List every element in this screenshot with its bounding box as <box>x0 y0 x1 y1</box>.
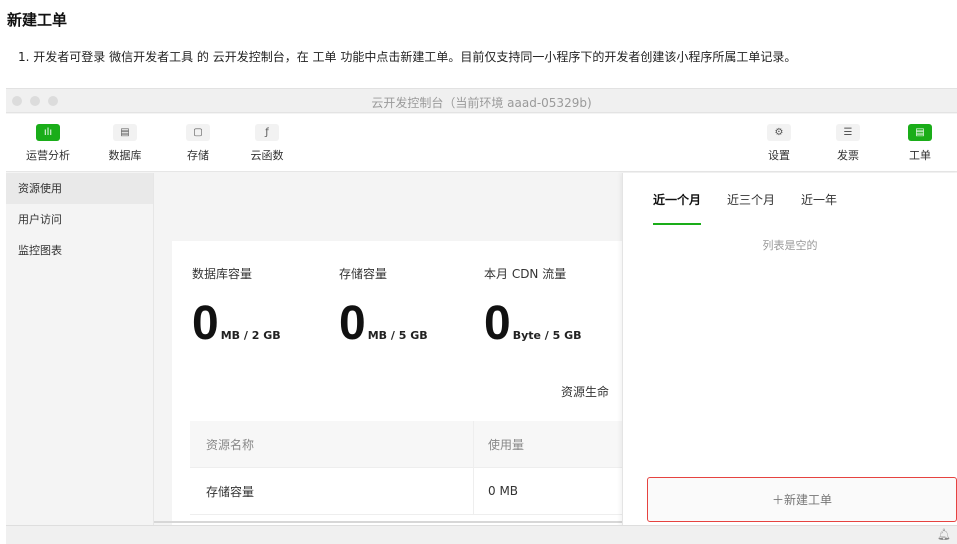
metric-title: 存储容量 <box>339 267 388 281</box>
metric-unit: MB / 5 GB <box>367 329 428 342</box>
invoice-icon: ☰ <box>836 124 860 141</box>
main-content: 数据库容量 0 MB / 2 GB 存储容量 0 MB / 5 GB 本月 CDN … <box>153 173 632 531</box>
sidebar-item-resource-usage[interactable]: 资源使用 <box>6 173 153 204</box>
metric-number: 0 <box>192 297 219 350</box>
table-header-name: 资源名称 <box>206 437 255 452</box>
doc-step-1: 1. 开发者可登录 微信开发者工具 的 云开发控制台，在 工单 功能中点击新建工… <box>18 50 797 64</box>
tab-last-month[interactable]: 近一个月 <box>653 191 702 225</box>
ticket-period-tabs: 近一个月 近三个月 近一年 <box>653 191 863 225</box>
toolbar-label: 数据库 <box>108 149 142 162</box>
storage-icon: ▢ <box>186 124 210 141</box>
sidebar-item-user-access[interactable]: 用户访问 <box>6 204 153 235</box>
new-ticket-button[interactable]: ＋新建工单 <box>647 477 957 522</box>
metric-unit: MB / 2 GB <box>220 329 281 342</box>
table-cell-name: 存储容量 <box>206 484 255 499</box>
toolbar-ticket[interactable]: ▤ 工单 <box>892 124 948 163</box>
window-title: 云开发控制台（当前环境 aaad-05329b) <box>371 96 592 110</box>
devtools-window: 云开发控制台（当前环境 aaad-05329b) ılı 运营分析 ▤ 数据库 … <box>6 88 957 544</box>
metric-cdn-traffic: 本月 CDN 流量 0 Byte / 5 GB <box>484 265 582 348</box>
table-header-row: 资源名称 使用量 <box>190 421 632 468</box>
chart-icon: ılı <box>36 124 60 141</box>
metric-number: 0 <box>484 297 511 350</box>
metric-unit: Byte / 5 GB <box>512 329 582 342</box>
section-title: 资源生命 <box>561 385 610 399</box>
metric-value: 0 Byte / 5 GB <box>484 300 582 348</box>
toolbar-database[interactable]: ▤ 数据库 <box>97 124 153 163</box>
ticket-panel: 近一个月 近三个月 近一年 列表是空的 ＋新建工单 <box>622 173 957 527</box>
doc-title: 新建工单 <box>7 11 68 29</box>
sidebar: 资源使用 用户访问 监控图表 <box>6 173 153 525</box>
toolbar: ılı 运营分析 ▤ 数据库 ▢ 存储 ƒ 云函数 ⚙ 设置 ☰ 发票 ▤ 工单 <box>6 114 957 172</box>
toolbar-label: 运营分析 <box>26 149 70 162</box>
empty-list-text: 列表是空的 <box>762 239 818 252</box>
toolbar-storage[interactable]: ▢ 存储 <box>170 124 226 163</box>
toolbar-label: 云函数 <box>250 149 284 162</box>
gear-icon: ⚙ <box>767 124 791 141</box>
sidebar-item-monitor-charts[interactable]: 监控图表 <box>6 235 153 266</box>
resource-card: 数据库容量 0 MB / 2 GB 存储容量 0 MB / 5 GB 本月 CDN … <box>172 241 632 531</box>
metric-title: 本月 CDN 流量 <box>484 267 567 281</box>
toolbar-cloud-function[interactable]: ƒ 云函数 <box>239 124 295 163</box>
toolbar-label: 发票 <box>837 149 859 162</box>
resource-table: 资源名称 使用量 存储容量 0 MB <box>190 421 632 515</box>
metric-number: 0 <box>339 297 366 350</box>
status-bar: 🔔︎ <box>6 525 957 544</box>
ticket-icon: ▤ <box>908 124 932 141</box>
table-row: 存储容量 0 MB <box>190 468 632 515</box>
window-titlebar: 云开发控制台（当前环境 aaad-05329b) <box>6 89 957 113</box>
tab-last-three-months[interactable]: 近三个月 <box>727 191 775 225</box>
table-cell-usage: 0 MB <box>473 468 632 514</box>
toolbar-operations-analysis[interactable]: ılı 运营分析 <box>20 124 76 163</box>
database-icon: ▤ <box>113 124 137 141</box>
metric-value: 0 MB / 2 GB <box>192 300 281 348</box>
bell-icon[interactable]: 🔔︎ <box>937 528 951 541</box>
metric-title: 数据库容量 <box>192 267 253 281</box>
metric-storage-capacity: 存储容量 0 MB / 5 GB <box>339 265 428 348</box>
table-header-usage: 使用量 <box>473 421 632 467</box>
horizontal-scrollbar[interactable] <box>154 521 624 523</box>
toolbar-invoice[interactable]: ☰ 发票 <box>820 124 876 163</box>
metric-database-capacity: 数据库容量 0 MB / 2 GB <box>192 265 281 348</box>
metric-value: 0 MB / 5 GB <box>339 300 428 348</box>
toolbar-settings[interactable]: ⚙ 设置 <box>751 124 807 163</box>
toolbar-label: 设置 <box>768 149 790 162</box>
toolbar-label: 存储 <box>187 149 209 162</box>
cloud-function-icon: ƒ <box>255 124 279 141</box>
tab-last-year[interactable]: 近一年 <box>801 191 837 225</box>
toolbar-label: 工单 <box>909 149 931 162</box>
